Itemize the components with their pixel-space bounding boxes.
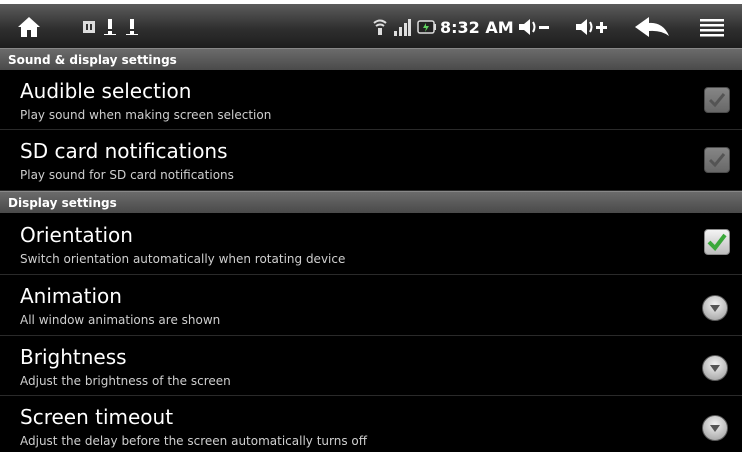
section-header-display: Display settings [0,191,742,213]
setting-summary: Play sound when making screen selection [20,108,272,122]
volume-up-icon[interactable] [572,15,612,39]
audible-selection-checkbox[interactable] [704,87,730,113]
home-icon[interactable] [15,14,43,40]
screen-timeout-dropdown-icon[interactable] [702,415,728,441]
setting-title: SD card notifications [20,139,228,163]
setting-title: Brightness [20,345,127,369]
battery-icon [416,19,438,35]
setting-title: Screen timeout [20,405,174,429]
warning-icon [102,18,118,36]
check-icon [707,233,727,251]
usb-debug-icon [80,18,98,36]
status-bar: 8:32 AM [0,4,742,50]
setting-title: Orientation [20,223,133,247]
setting-summary: Switch orientation automatically when ro… [20,252,346,266]
section-header-sound: Sound & display settings [0,48,742,70]
setting-screen-timeout[interactable]: Screen timeout Adjust the delay before t… [0,396,742,452]
setting-sd-card-notifications[interactable]: SD card notifications Play sound for SD … [0,130,742,191]
volume-down-icon[interactable] [516,15,552,39]
setting-title: Animation [20,284,122,308]
setting-summary: Adjust the delay before the screen autom… [20,434,368,448]
setting-summary: Play sound for SD card notifications [20,168,234,182]
setting-summary: Adjust the brightness of the screen [20,374,231,388]
signal-icon [392,16,412,38]
check-icon [708,93,726,108]
setting-title: Audible selection [20,79,192,103]
setting-brightness[interactable]: Brightness Adjust the brightness of the … [0,336,742,396]
brightness-dropdown-icon[interactable] [702,355,728,381]
sd-card-notifications-checkbox[interactable] [704,147,730,173]
setting-audible-selection[interactable]: Audible selection Play sound when making… [0,70,742,130]
wifi-icon [372,17,388,37]
animation-dropdown-icon[interactable] [702,295,728,321]
clock: 8:32 AM [440,18,514,37]
setting-animation[interactable]: Animation All window animations are show… [0,275,742,336]
menu-icon[interactable] [698,16,726,38]
warning-icon [124,18,140,36]
check-icon [708,153,726,168]
back-icon[interactable] [632,15,672,39]
setting-orientation[interactable]: Orientation Switch orientation automatic… [0,214,742,275]
setting-summary: All window animations are shown [20,313,221,327]
orientation-checkbox[interactable] [704,229,730,255]
